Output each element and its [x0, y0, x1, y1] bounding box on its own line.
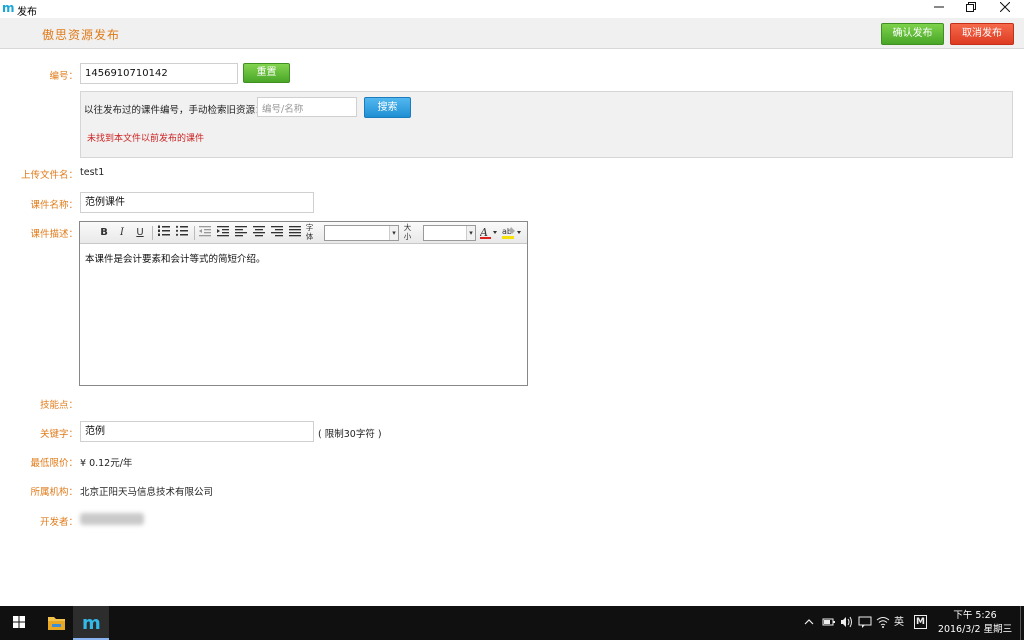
reset-button[interactable]: 重置 [243, 63, 290, 83]
message-icon [858, 616, 872, 628]
font-color-button[interactable]: A [479, 225, 499, 241]
page-title: 傲思资源发布 [42, 28, 121, 42]
size-label-bottom: 小 [403, 232, 412, 241]
ordered-list-button[interactable] [156, 225, 172, 241]
indent-button[interactable] [215, 225, 231, 241]
toolbar-divider [152, 226, 153, 240]
search-button[interactable]: 搜索 [364, 97, 411, 118]
align-left-icon [235, 226, 247, 237]
minimize-icon [934, 6, 944, 8]
start-button[interactable] [0, 606, 38, 640]
window-title-bar: m 发布 [0, 0, 1024, 18]
outdent-icon [199, 226, 211, 237]
folder-icon [48, 617, 65, 630]
justify-button[interactable] [287, 225, 303, 241]
editor-toolbar: B I U 字 体 ▾ 大 小 ▾ A ab [80, 222, 527, 244]
chevron-down-icon: ▾ [389, 226, 398, 240]
italic-button[interactable]: I [114, 225, 130, 241]
number-label: 编号： [49, 71, 78, 82]
align-right-button[interactable] [269, 225, 285, 241]
keyword-label: 关键字： [39, 429, 78, 440]
developer-value-redacted [80, 513, 144, 525]
m-app-taskbar-button[interactable]: m [73, 606, 109, 640]
battery-button[interactable] [822, 616, 836, 633]
size-label-top: 大 [403, 223, 412, 232]
windows-logo-icon [13, 616, 25, 628]
show-desktop-button[interactable] [1020, 606, 1021, 640]
font-size-label: 大 小 [403, 223, 412, 241]
show-hidden-icons-button[interactable] [803, 616, 815, 633]
min-price-value: ¥ 0.12元/年 [80, 458, 133, 469]
restore-button[interactable] [954, 0, 988, 18]
file-explorer-button[interactable] [38, 606, 74, 640]
ordered-list-icon [158, 225, 170, 236]
keyword-limit-hint: ( 限制30字符 ) [318, 429, 382, 440]
toolbar-divider [194, 226, 195, 240]
organization-label: 所属机构： [30, 487, 78, 498]
unordered-list-button[interactable] [174, 225, 190, 241]
align-left-button[interactable] [233, 225, 249, 241]
keyword-field[interactable]: 范例 [80, 421, 314, 442]
description-label: 课件描述： [30, 229, 78, 240]
restore-icon [966, 2, 976, 12]
cancel-publish-button[interactable]: 取消发布 [950, 23, 1014, 45]
search-hint-text: 以往发布过的课件编号，手动检索旧资源： [84, 105, 265, 116]
align-center-icon [253, 226, 265, 237]
number-field[interactable]: 1456910710142 [80, 63, 238, 84]
bold-button[interactable]: B [96, 225, 112, 241]
justify-icon [289, 226, 301, 237]
skill-point-label: 技能点： [39, 400, 78, 411]
font-family-select[interactable]: ▾ [324, 225, 399, 241]
close-button[interactable] [988, 0, 1022, 18]
speaker-icon [841, 616, 852, 628]
battery-icon [822, 618, 835, 626]
old-resource-search-panel: 以往发布过的课件编号，手动检索旧资源： 编号/名称 搜索 未找到本文件以前发布的… [80, 91, 1013, 158]
font-color-icon: A [479, 226, 497, 239]
svg-text:m: m [82, 613, 101, 634]
taskbar: m 英 M 下午 5:26 2016/3/2 星期三 [0, 606, 1024, 640]
ime-mode-icon[interactable]: M [914, 615, 927, 629]
volume-button[interactable] [840, 616, 854, 633]
filename-label: 上传文件名： [20, 170, 78, 181]
ime-indicator[interactable]: 英 [894, 616, 904, 630]
font-label-top: 字 [305, 223, 314, 232]
highlight-icon: ab [502, 227, 521, 239]
align-right-icon [271, 226, 283, 237]
min-price-label: 最低限价： [30, 458, 78, 469]
course-name-field[interactable]: 范例课件 [80, 192, 314, 213]
font-label-bottom: 体 [305, 232, 314, 241]
filename-value: test1 [80, 167, 105, 178]
app-logo-icon: m [2, 1, 15, 15]
minimize-button[interactable] [922, 0, 956, 18]
m-app-icon: m [82, 613, 101, 634]
indent-icon [217, 226, 229, 237]
developer-label: 开发者： [39, 517, 78, 528]
search-input[interactable]: 编号/名称 [257, 97, 357, 117]
not-found-message: 未找到本文件以前发布的课件 [87, 134, 205, 144]
underline-button[interactable]: U [132, 225, 148, 241]
organization-value: 北京正阳天马信息技术有限公司 [80, 487, 214, 498]
font-size-select[interactable]: ▾ [423, 225, 476, 241]
clock-date: 2016/3/2 星期三 [937, 624, 1013, 635]
rich-text-editor: B I U 字 体 ▾ 大 小 ▾ A ab 本课件是会计要素和会计等式的简短介… [79, 221, 528, 386]
clock-time: 下午 5:26 [953, 610, 997, 621]
course-name-label: 课件名称： [30, 200, 78, 211]
confirm-publish-button[interactable]: 确认发布 [881, 23, 944, 45]
font-family-label: 字 体 [305, 223, 314, 241]
header-bar: 傲思资源发布 确认发布 取消发布 [0, 18, 1024, 49]
outdent-button[interactable] [197, 225, 213, 241]
window-title: 发布 [17, 7, 37, 18]
editor-content[interactable]: 本课件是会计要素和会计等式的简短介绍。 [85, 251, 266, 265]
network-button[interactable] [876, 616, 890, 633]
close-icon [999, 1, 1011, 13]
highlight-button[interactable]: ab [501, 225, 523, 241]
chevron-down-icon: ▾ [466, 226, 475, 240]
clock[interactable]: 下午 5:26 2016/3/2 星期三 [937, 609, 1013, 637]
chevron-up-icon [804, 619, 814, 625]
wifi-icon [876, 617, 890, 628]
unordered-list-icon [175, 225, 188, 236]
notification-button[interactable] [858, 616, 872, 633]
align-center-button[interactable] [251, 225, 267, 241]
